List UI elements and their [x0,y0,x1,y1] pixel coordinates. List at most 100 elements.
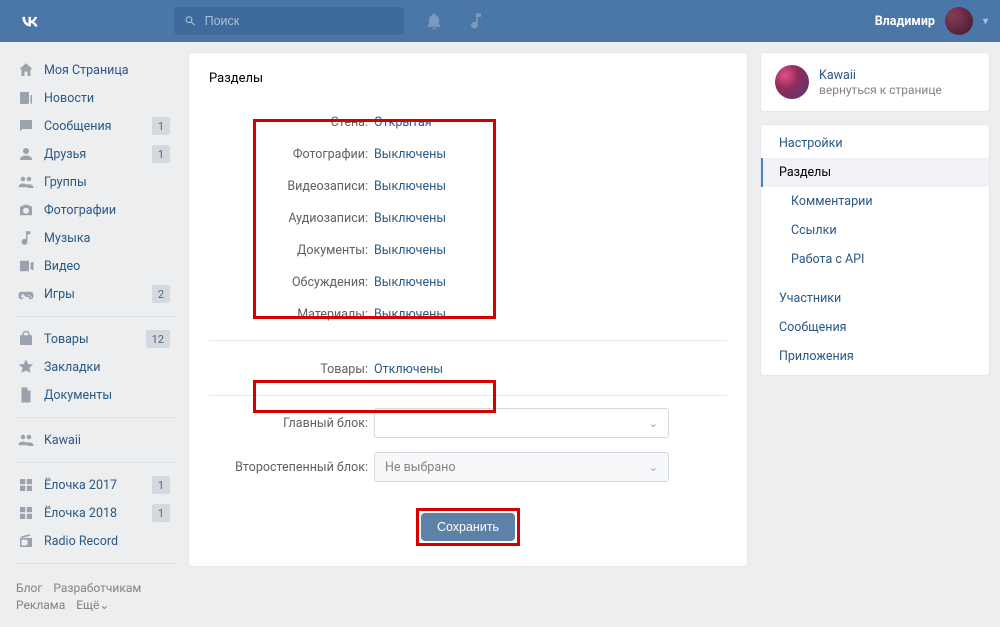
msg-icon [16,116,36,136]
nav-item[interactable]: Сообщения 1 [12,112,176,140]
group-name[interactable]: Kawaii [819,68,942,83]
music-icon [16,228,36,248]
side-menu-item[interactable]: Приложения [761,342,989,371]
nav-label: Фотографии [44,203,116,218]
nav-label: Ёлочка 2017 [44,478,117,493]
nav-label: Видео [44,259,80,274]
app-icon [16,503,36,523]
star-icon [16,357,36,377]
nav-item[interactable]: Товары 12 [12,325,176,353]
vk-logo[interactable] [16,7,44,35]
secondary-block-select[interactable]: Не выбрано⌄ [374,452,669,482]
nav-badge: 1 [152,117,170,135]
setting-label: Аудиозаписи: [209,211,374,226]
chevron-down-icon[interactable]: ▾ [983,16,988,27]
nav-badge: 1 [152,145,170,163]
footer-link[interactable]: Разработчикам [53,581,141,595]
footer-link[interactable]: Блог [16,581,42,595]
setting-value[interactable]: Выключены [374,179,446,194]
nav-item[interactable]: Radio Record [12,527,176,555]
side-menu-item[interactable]: Сообщения [761,313,989,342]
games-icon [16,284,36,304]
nav-badge: 1 [152,476,170,494]
nav-item[interactable]: Моя Страница [12,56,176,84]
photo-icon [16,200,36,220]
nav-item[interactable]: Музыка [12,224,176,252]
nav-label: Ёлочка 2018 [44,506,117,521]
setting-value[interactable]: Выключены [374,307,446,322]
search-box[interactable] [174,7,404,35]
app-icon [16,475,36,495]
setting-value[interactable]: Выключены [374,211,446,226]
radio-icon [16,531,36,551]
chevron-down-icon: ⌄ [649,417,658,430]
nav-item[interactable]: Игры2 [12,280,176,308]
nav-label: Товары [44,332,89,347]
footer-links: Блог Разработчикам Реклама Ещё⌄ [12,572,176,622]
side-menu-item[interactable]: Участники [761,284,989,313]
side-menu-item[interactable]: Комментарии [761,187,989,216]
save-button[interactable]: Сохранить [421,513,515,541]
nav-item[interactable]: Видео [12,252,176,280]
avatar[interactable] [945,7,973,35]
search-input[interactable] [205,14,394,28]
setting-label: Видеозаписи: [209,179,374,194]
profile-block: Kawaii вернуться к странице [760,52,990,112]
nav-label: Игры [44,287,75,302]
nav-item[interactable]: Друзья 1 [12,140,176,168]
nav-item[interactable]: Документы [12,381,176,409]
search-icon [184,14,197,28]
user-name[interactable]: Владимир [875,14,935,29]
nav-item[interactable]: Ёлочка 2018 1 [12,499,176,527]
video-icon [16,256,36,276]
nav-label: Друзья [44,147,86,162]
setting-label: Материалы: [209,307,374,322]
nav-label: Моя Страница [44,63,129,78]
footer-link[interactable]: Реклама [16,598,65,612]
nav-label: Музыка [44,231,90,246]
nav-item[interactable]: Закладки [12,353,176,381]
side-menu-item[interactable]: Ссылки [761,216,989,245]
secondary-block-label: Второстепенный блок: [209,460,374,475]
main-block-select[interactable]: ⌄ [374,408,669,438]
friends-icon [16,144,36,164]
home-icon [16,60,36,80]
setting-label: Стена: [209,115,374,130]
setting-value[interactable]: Выключены [374,243,446,258]
nav-item[interactable]: Группы [12,168,176,196]
nav-label: Новости [44,91,94,106]
setting-value[interactable]: Выключены [374,147,446,162]
nav-item[interactable]: Новости [12,84,176,112]
main-block-label: Главный блок: [209,416,374,431]
footer-link[interactable]: Ещё⌄ [76,598,109,612]
setting-value-goods[interactable]: Отключены [374,362,443,377]
chevron-down-icon: ⌄ [649,461,658,474]
setting-label: Документы: [209,243,374,258]
bell-icon[interactable] [424,11,444,31]
nav-badge: 1 [152,504,170,522]
setting-value[interactable]: Открытая [374,115,432,130]
groups-icon [16,172,36,192]
setting-label: Обсуждения: [209,275,374,290]
music-icon[interactable] [466,11,486,31]
back-to-page-link[interactable]: вернуться к странице [819,83,942,97]
nav-item[interactable]: Ёлочка 2017 1 [12,471,176,499]
nav-item[interactable]: Kawaii [12,426,176,454]
bag-icon [16,329,36,349]
nav-label: Группы [44,175,87,190]
side-menu: НастройкиРазделыКомментарииСсылкиРабота … [760,124,990,376]
side-menu-item[interactable]: Настройки [761,129,989,158]
nav-label: Сообщения [44,119,112,134]
nav-badge: 12 [146,330,170,348]
group-avatar[interactable] [775,65,809,99]
groups-icon [16,430,36,450]
nav-label: Документы [44,388,112,403]
setting-label: Фотографии: [209,147,374,162]
side-menu-item[interactable]: Разделы [761,158,989,187]
settings-panel: Разделы Стена:ОткрытаяФотографии:Выключе… [188,52,748,567]
nav-label: Radio Record [44,534,118,549]
side-menu-item[interactable]: Работа с API [761,245,989,274]
setting-value[interactable]: Выключены [374,275,446,290]
nav-item[interactable]: Фотографии [12,196,176,224]
nav-label: Kawaii [44,433,81,448]
